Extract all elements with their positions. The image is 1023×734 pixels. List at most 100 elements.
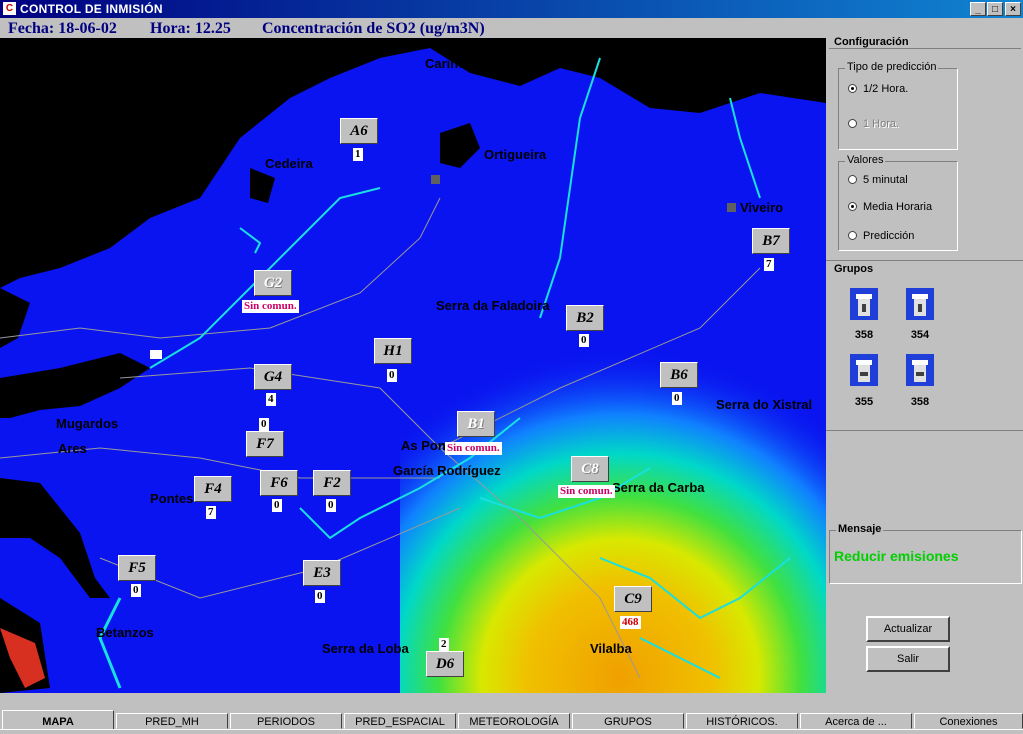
time-label: Hora: 12.25 — [150, 20, 231, 37]
place-label: García Rodríguez — [393, 463, 501, 478]
station-value: 0 — [326, 499, 336, 512]
station-b2[interactable]: B2 — [566, 305, 604, 331]
station-value: 2 — [439, 638, 449, 651]
power-plant-icon[interactable] — [906, 354, 934, 386]
power-plant-icon[interactable] — [850, 288, 878, 320]
station-value: 1 — [353, 148, 363, 161]
station-value: 0 — [579, 334, 589, 347]
station-value: 0 — [672, 392, 682, 405]
grupos-label: Grupos — [834, 263, 874, 275]
place-label: Cariño — [425, 56, 467, 71]
tab-periodos[interactable]: PERIODOS — [230, 713, 342, 729]
station-f6[interactable]: F6 — [260, 470, 298, 496]
radio-icon — [848, 175, 857, 184]
mensaje-label: Mensaje — [836, 523, 884, 535]
group-value: 354 — [910, 329, 930, 341]
radio-icon — [848, 231, 857, 240]
station-a6[interactable]: A6 — [340, 118, 378, 144]
station-c9[interactable]: C9 — [614, 586, 652, 612]
station-c8[interactable]: C8 — [571, 456, 609, 482]
station-value: 4 — [266, 393, 276, 406]
station-e3[interactable]: E3 — [303, 560, 341, 586]
radio-one-hour: 1 Hora. — [848, 118, 899, 130]
radio-icon — [848, 119, 857, 128]
radio-label: 5 minutal — [863, 174, 908, 186]
station-b7[interactable]: B7 — [752, 228, 790, 254]
concentration-label: Concentración de SO2 (ug/m3N) — [262, 20, 485, 37]
place-label: Serra do Xistral — [716, 397, 813, 412]
salir-button[interactable]: Salir — [866, 646, 950, 672]
title-bar: C CONTROL DE INMISIÓN _ □ × — [0, 0, 1023, 18]
station-value: Sin comun. — [445, 442, 502, 455]
place-label: Ares — [58, 441, 87, 456]
station-value: 0 — [387, 369, 397, 382]
window-title: CONTROL DE INMISIÓN — [20, 2, 163, 16]
place-label: Serra da Loba — [322, 641, 409, 656]
actualizar-button[interactable]: Actualizar — [866, 616, 950, 642]
tab-meteorologia[interactable]: METEOROLOGÍA — [458, 713, 570, 729]
station-f2[interactable]: F2 — [313, 470, 351, 496]
tab-historicos[interactable]: HISTÓRICOS. — [686, 713, 798, 729]
date-label: Fecha: 18-06-02 — [8, 20, 117, 37]
station-g4[interactable]: G4 — [254, 364, 292, 390]
radio-label: 1/2 Hora. — [863, 83, 909, 95]
group-value: 358 — [910, 396, 930, 408]
station-h1[interactable]: H1 — [374, 338, 412, 364]
minimize-button[interactable]: _ — [970, 2, 986, 16]
station-value: 468 — [620, 616, 641, 629]
station-d6[interactable]: D6 — [426, 651, 464, 677]
message-text: Reducir emisiones — [834, 548, 959, 564]
place-label: Mugardos — [56, 416, 119, 431]
station-g2[interactable]: G2 — [254, 270, 292, 296]
station-value: 7 — [206, 506, 216, 519]
configuracion-label: Configuración — [834, 36, 909, 48]
tab-mapa[interactable]: MAPA — [2, 710, 114, 729]
radio-label: Predicción — [863, 230, 915, 242]
radio-half-hour[interactable]: 1/2 Hora. — [848, 83, 908, 95]
place-label: Pontes — [150, 491, 194, 506]
station-value: 0 — [259, 418, 269, 431]
close-button[interactable]: × — [1005, 2, 1021, 16]
station-b6[interactable]: B6 — [660, 362, 698, 388]
place-label: Ferrol — [76, 376, 113, 391]
radio-selected-icon — [848, 202, 857, 211]
maximize-button[interactable]: □ — [987, 2, 1003, 16]
station-b1[interactable]: B1 — [457, 411, 495, 437]
power-plant-icon[interactable] — [850, 354, 878, 386]
station-f4[interactable]: F4 — [194, 476, 232, 502]
place-label: Sada — [10, 518, 42, 533]
so2-map[interactable]: Cariño Cedeira Ortigueira Viveiro Serra … — [0, 38, 826, 693]
radio-prediccion[interactable]: Predicción — [848, 230, 914, 242]
station-f5[interactable]: F5 — [118, 555, 156, 581]
tab-acerca-de[interactable]: Acerca de ... — [800, 713, 912, 729]
place-label: Vilalba — [590, 641, 632, 656]
prediction-type-label: Tipo de predicción — [845, 61, 939, 73]
group-value: 355 — [854, 396, 874, 408]
power-plant-icon[interactable] — [906, 288, 934, 320]
place-label: Betanzos — [96, 625, 154, 640]
tab-conexiones[interactable]: Conexiones — [914, 713, 1023, 729]
tab-pred-mh[interactable]: PRED_MH — [116, 713, 228, 729]
map-background — [0, 38, 826, 693]
tab-pred-espacial[interactable]: PRED_ESPACIAL — [344, 713, 456, 729]
place-label: Cedeira — [265, 156, 313, 171]
radio-label: Media Horaria — [863, 201, 933, 213]
prediction-type-group: Tipo de predicción — [838, 61, 958, 150]
radio-media-horaria[interactable]: Media Horaria — [848, 201, 932, 213]
tab-grupos[interactable]: GRUPOS — [572, 713, 684, 729]
station-value: 0 — [315, 590, 325, 603]
station-f7[interactable]: F7 — [246, 431, 284, 457]
station-value: 0 — [131, 584, 141, 597]
place-label: Serra da Faladoira — [436, 298, 550, 313]
station-value: 0 — [272, 499, 282, 512]
radio-selected-icon — [848, 84, 857, 93]
station-value: 7 — [764, 258, 774, 271]
info-header: Fecha: 18-06-02 Hora: 12.25 Concentració… — [0, 18, 1023, 38]
app-icon[interactable]: C — [3, 2, 16, 15]
side-panel: Configuración Tipo de predicción 1/2 Hor… — [826, 36, 1023, 693]
radio-5-minutal[interactable]: 5 minutal — [848, 174, 908, 186]
station-value: Sin comun. — [242, 300, 299, 313]
tab-bar: MAPA PRED_MH PERIODOS PRED_ESPACIAL METE… — [0, 693, 1023, 734]
radio-label: 1 Hora. — [863, 118, 900, 130]
place-label: Serra da Carba — [612, 480, 705, 495]
